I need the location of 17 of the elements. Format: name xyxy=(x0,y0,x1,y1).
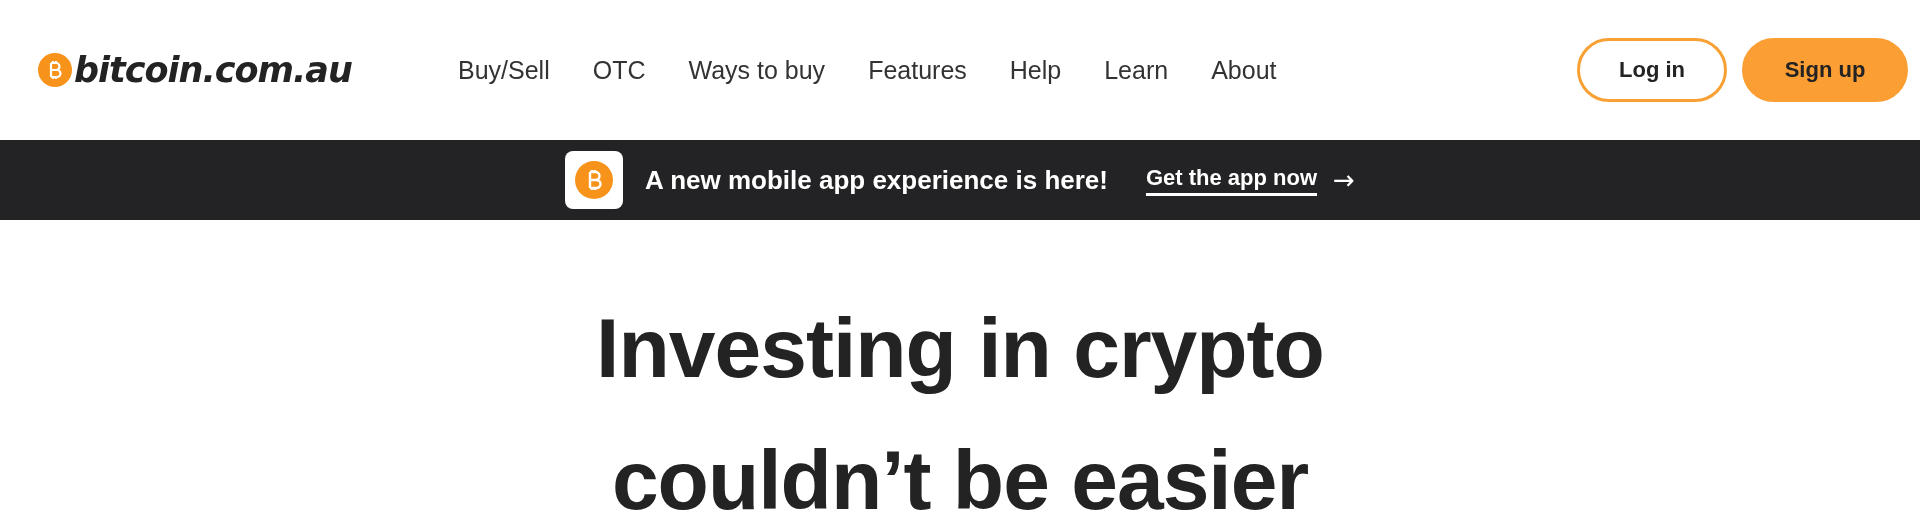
signup-button[interactable]: Sign up xyxy=(1742,38,1908,102)
hero-heading: Investing in crypto xyxy=(596,300,1324,397)
bitcoin-icon xyxy=(38,53,72,87)
banner-text: A new mobile app experience is here! xyxy=(645,164,1108,196)
nav-link[interactable]: Learn xyxy=(1104,55,1169,85)
logo-text[interactable]: bitcoin.com.au xyxy=(74,50,352,90)
nav-link[interactable]: Help xyxy=(1009,55,1062,85)
nav-link[interactable]: Features xyxy=(868,55,967,85)
app-icon xyxy=(565,151,624,209)
get-app-link[interactable]: Get the app now xyxy=(1145,164,1318,196)
arrow-icon: → xyxy=(1333,165,1355,195)
nav-link[interactable]: About xyxy=(1211,55,1277,85)
hero-heading: couldn’t be easier xyxy=(611,432,1309,512)
nav-link[interactable]: OTC xyxy=(592,55,646,85)
login-button[interactable]: Log in xyxy=(1577,38,1727,102)
nav-link[interactable]: Buy/Sell xyxy=(458,55,550,85)
nav-link[interactable]: Ways to buy xyxy=(688,55,826,85)
